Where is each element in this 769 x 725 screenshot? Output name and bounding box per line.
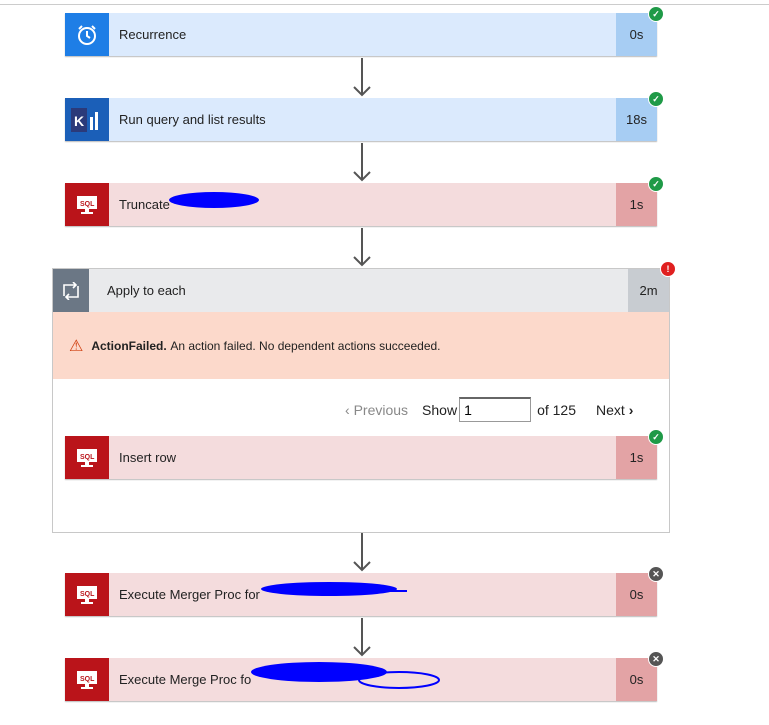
step-run-query[interactable]: K Run query and list results 18s (65, 98, 657, 141)
next-button[interactable]: Next › (596, 402, 633, 418)
success-check-icon: ✓ (648, 6, 664, 22)
kusto-icon: K (65, 98, 109, 141)
success-check-icon: ✓ (648, 429, 664, 445)
sql-icon: SQL (65, 658, 109, 701)
step-execute-merge-proc[interactable]: SQL Execute Merge Proc fo 0s (65, 658, 657, 701)
error-banner: ⚠ ActionFailed. An action failed. No dep… (53, 312, 669, 379)
loop-icon (53, 269, 89, 312)
sql-icon: SQL (65, 573, 109, 616)
error-exclamation-icon: ! (660, 261, 676, 277)
step-title: Insert row (119, 450, 177, 465)
step-title: Recurrence (119, 27, 187, 42)
svg-text:SQL: SQL (80, 591, 95, 598)
step-execute-merger-proc[interactable]: SQL Execute Merger Proc for 0s (65, 573, 657, 616)
top-divider (0, 4, 769, 5)
step-title: Run query and list results (119, 112, 266, 127)
previous-button[interactable]: ‹ Previous (345, 402, 408, 418)
apply-to-each-header[interactable]: Apply to each 2m (53, 269, 669, 312)
svg-text:K: K (74, 113, 84, 129)
step-truncate[interactable]: SQL Truncate 1s (65, 183, 657, 226)
apply-to-each-container: Apply to each 2m ⚠ ActionFailed. An acti… (52, 268, 670, 533)
error-message: An action failed. No dependent actions s… (170, 338, 441, 353)
arrow-down-icon (353, 143, 371, 182)
alarm-clock-icon (65, 13, 109, 56)
warning-icon: ⚠ (69, 337, 84, 355)
chevron-left-icon: ‹ (345, 401, 350, 418)
sql-icon: SQL (65, 436, 109, 479)
loop-title: Apply to each (107, 283, 186, 298)
redaction-scribble (261, 582, 407, 596)
skipped-x-icon: ✕ (648, 566, 664, 582)
step-insert-row[interactable]: SQL Insert row 1s (65, 436, 657, 479)
step-recurrence[interactable]: Recurrence 0s (65, 13, 657, 56)
show-label: Show (422, 401, 458, 418)
skipped-x-icon: ✕ (648, 651, 664, 667)
iteration-input[interactable] (459, 397, 532, 422)
arrow-down-icon (353, 533, 371, 572)
arrow-down-icon (353, 228, 371, 267)
svg-text:SQL: SQL (80, 454, 95, 461)
sql-icon: SQL (65, 183, 109, 226)
iteration-count: of 125 (537, 401, 576, 418)
svg-text:SQL: SQL (80, 676, 95, 683)
arrow-down-icon (353, 58, 371, 97)
arrow-down-icon (353, 618, 371, 657)
success-check-icon: ✓ (648, 176, 664, 192)
redaction-scribble (251, 662, 440, 689)
success-check-icon: ✓ (648, 91, 664, 107)
chevron-right-icon: › (628, 401, 634, 418)
step-title: Execute Merger Proc for (109, 582, 616, 602)
step-title: Truncate (109, 192, 616, 212)
error-code: ActionFailed. (91, 338, 167, 353)
redaction-scribble (169, 192, 259, 208)
step-title: Execute Merge Proc fo (109, 662, 616, 689)
pagination: ‹ Previous Show of 125 Next › (345, 397, 633, 422)
svg-text:SQL: SQL (80, 201, 95, 208)
